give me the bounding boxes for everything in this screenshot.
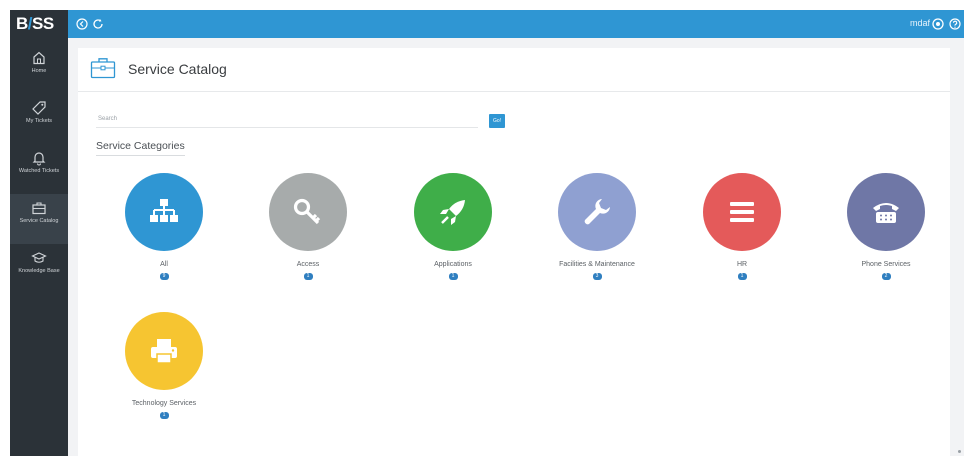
top-bar: B/SS mdaf <box>10 10 964 38</box>
count-badge: 1 <box>159 412 169 419</box>
settings-icon[interactable] <box>930 16 946 32</box>
scrollbar[interactable] <box>954 38 964 456</box>
sidebar-item-service-catalog[interactable]: Service Catalog <box>10 194 68 244</box>
category-name: HR <box>736 261 748 268</box>
count-badge: 2 <box>881 273 891 280</box>
list-icon <box>730 202 754 222</box>
category-circle[interactable] <box>125 173 203 251</box>
category-name: Access <box>296 261 320 268</box>
category-tile-access[interactable]: Access 1 <box>253 173 363 280</box>
briefcase-icon <box>90 58 116 79</box>
category-circle[interactable] <box>847 173 925 251</box>
count-badge: 9 <box>159 273 169 280</box>
sidebar-item-my-tickets[interactable]: My Tickets <box>10 94 68 144</box>
category-tile-all[interactable]: All 9 <box>109 173 219 280</box>
briefcase-icon <box>32 202 46 215</box>
sidebar-item-home[interactable]: Home <box>10 44 68 94</box>
phone-icon <box>873 203 899 223</box>
category-name: All <box>160 261 168 268</box>
category-circle[interactable] <box>269 173 347 251</box>
sidebar: Home My Tickets Watched Tickets Service … <box>10 38 68 456</box>
page-header: Service Catalog <box>78 48 950 92</box>
tag-icon <box>32 101 46 115</box>
help-icon[interactable] <box>947 16 963 32</box>
home-icon <box>33 51 45 65</box>
category-tile-applications[interactable]: Applications 1 <box>398 173 508 280</box>
category-tile-facilities[interactable]: Facilities & Maintenance 3 <box>542 173 652 280</box>
bell-icon <box>32 152 46 166</box>
category-name: Technology Services <box>131 400 197 407</box>
graduation-cap-icon <box>31 252 47 263</box>
category-circle[interactable] <box>414 173 492 251</box>
service-categories-heading: Service Categories <box>96 140 185 156</box>
logo[interactable]: B/SS <box>10 10 68 38</box>
category-tile-phone-services[interactable]: Phone Services 2 <box>831 173 941 280</box>
rocket-icon <box>440 200 465 225</box>
category-circle[interactable] <box>558 173 636 251</box>
toggle-sidebar-icon[interactable] <box>74 16 90 32</box>
category-tile-hr[interactable]: HR 1 <box>687 173 797 280</box>
count-badge: 1 <box>303 273 313 280</box>
category-name: Applications <box>434 261 472 268</box>
search-input[interactable]: Search <box>96 110 478 128</box>
sitemap-icon <box>150 199 178 222</box>
sidebar-item-watched-tickets[interactable]: Watched Tickets <box>10 144 68 194</box>
count-badge: 1 <box>737 273 747 280</box>
sidebar-item-knowledge-base[interactable]: Knowledge Base <box>10 244 68 294</box>
category-name: Facilities & Maintenance <box>559 261 635 268</box>
refresh-icon[interactable] <box>90 16 106 32</box>
count-badge: 3 <box>592 273 602 280</box>
scroll-indicator <box>958 450 961 453</box>
printer-icon <box>151 339 177 364</box>
app-window: B/SS mdaf Home My Tickets Watched Ticket… <box>10 10 964 456</box>
key-icon <box>293 198 321 225</box>
category-name: Phone Services <box>861 261 911 268</box>
wrench-icon <box>584 199 610 225</box>
search-button[interactable]: Go! <box>489 114 505 128</box>
username[interactable]: mdaf <box>910 18 930 28</box>
category-circle[interactable] <box>125 312 203 390</box>
category-tile-technology-services[interactable]: Technology Services 1 <box>109 312 219 419</box>
category-circle[interactable] <box>703 173 781 251</box>
count-badge: 1 <box>448 273 458 280</box>
main-content: Service Catalog Search Go! Service Categ… <box>78 48 950 456</box>
page-title: Service Catalog <box>128 61 227 77</box>
